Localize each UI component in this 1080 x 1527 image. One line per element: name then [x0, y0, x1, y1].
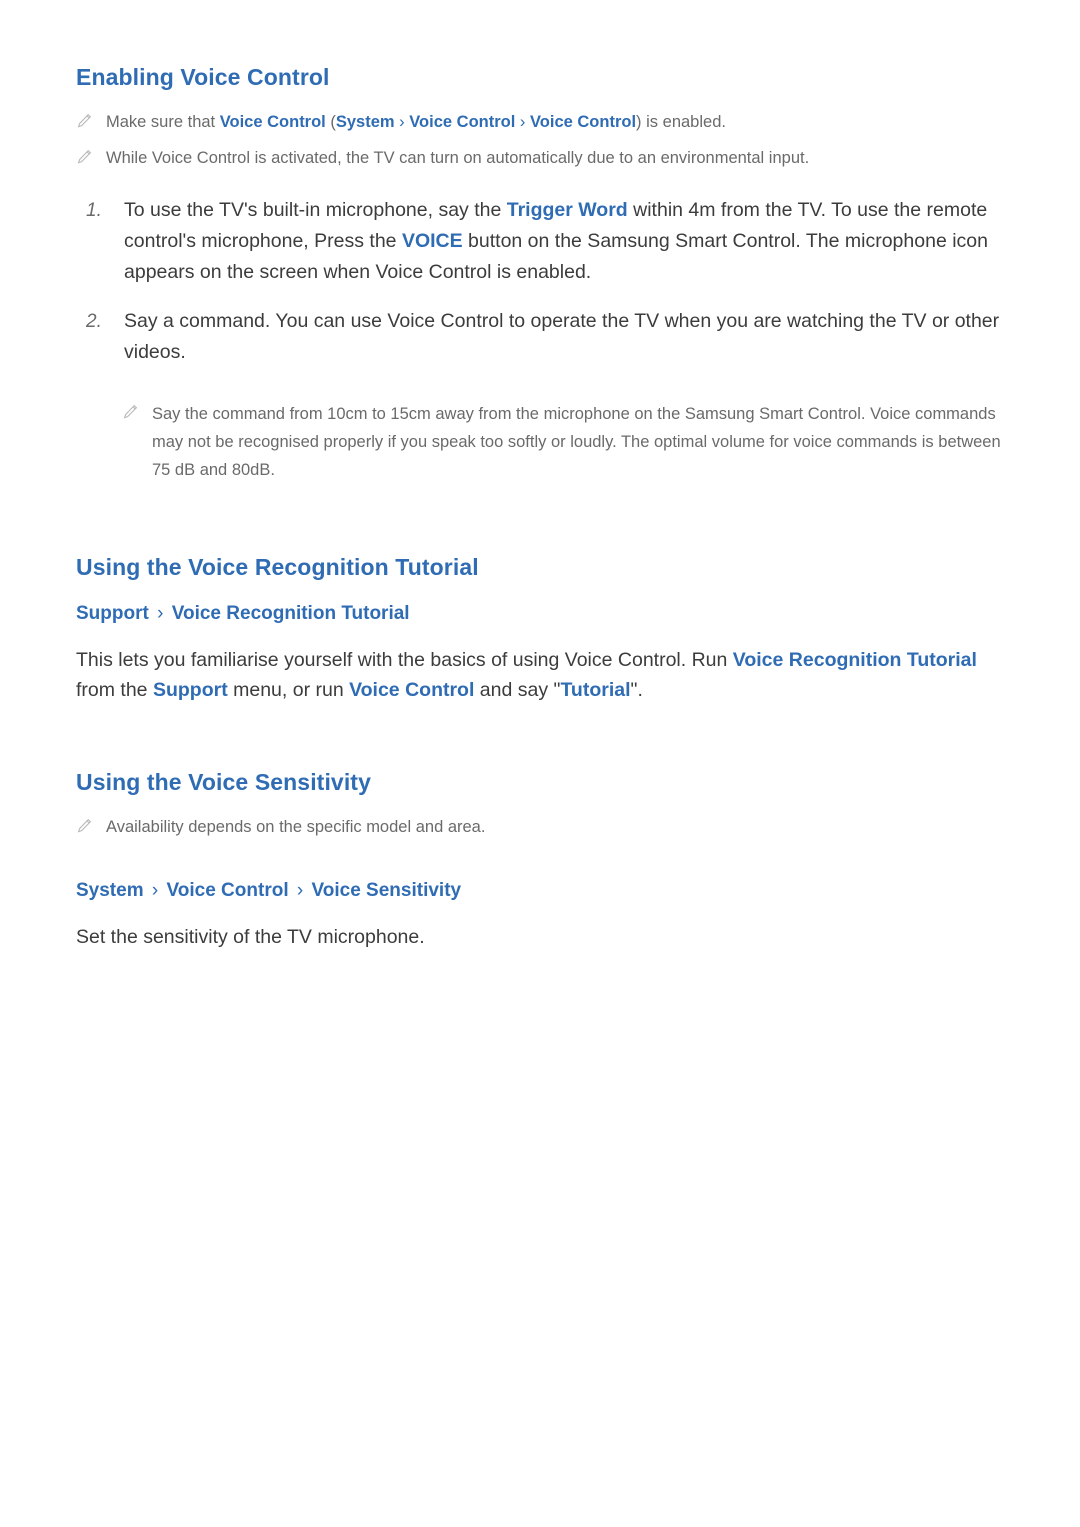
chevron-icon: ›: [157, 603, 164, 624]
step-text: Say a command. You can use Voice Control…: [124, 310, 1000, 363]
inline-bold-support: Support: [152, 679, 228, 701]
note-text: Make sure that Voice Control (System › V…: [106, 113, 726, 131]
menu-path-voice-sensitivity: Voice Sensitivity: [311, 880, 462, 901]
step-bold-voice: VOICE: [401, 230, 463, 252]
list-item: 1. To use the TV's built-in microphone, …: [76, 195, 1004, 288]
pencil-icon: [122, 400, 152, 420]
chevron-icon: ›: [399, 113, 405, 131]
inline-bold-tutorial: Tutorial: [560, 679, 631, 701]
step-bold-trigger-word: Trigger Word: [506, 199, 628, 221]
step-number: 2.: [86, 311, 102, 332]
note-item: While Voice Control is activated, the TV…: [76, 145, 1004, 171]
pencil-icon: [76, 814, 106, 834]
section-title-voice-recognition-tutorial: Using the Voice Recognition Tutorial: [76, 554, 479, 580]
step-text: To use the TV's built-in microphone, say…: [124, 199, 988, 283]
menu-path-voice-recognition-tutorial: Voice Recognition Tutorial: [171, 603, 410, 624]
note-bold-voice-control-2: Voice Control: [409, 113, 516, 131]
note-text: Say the command from 10cm to 15cm away f…: [152, 405, 1001, 479]
menu-path: Support › Voice Recognition Tutorial: [76, 599, 1004, 629]
page-title: Enabling Voice Control: [76, 64, 330, 90]
note-item: Make sure that Voice Control (System › V…: [76, 109, 1004, 135]
menu-path-support: Support: [76, 603, 149, 624]
document-page: Enabling Voice Control Make sure that Vo…: [0, 0, 1080, 1527]
list-item: 2. Say a command. You can use Voice Cont…: [76, 306, 1004, 368]
pencil-icon: [76, 109, 106, 129]
step-number: 1.: [86, 200, 102, 221]
chevron-icon: ›: [296, 880, 304, 901]
inline-bold-voice-recognition-tutorial: Voice Recognition Tutorial: [732, 649, 977, 671]
chevron-icon: ›: [151, 880, 159, 901]
menu-path: System › Voice Control › Voice Sensitivi…: [76, 876, 1004, 906]
inline-bold-voice-control: Voice Control: [349, 679, 475, 701]
section-title-voice-sensitivity: Using the Voice Sensitivity: [76, 769, 371, 795]
paragraph-sensitivity: Set the sensitivity of the TV microphone…: [76, 926, 425, 948]
note-bold-voice-control-3: Voice Control: [530, 113, 637, 131]
note-bold-system: System: [335, 113, 395, 131]
menu-path-voice-control: Voice Control: [166, 880, 289, 901]
note-text: Availability depends on the specific mod…: [106, 818, 486, 836]
menu-path-system: System: [76, 880, 144, 901]
note-item: Availability depends on the specific mod…: [76, 814, 1004, 840]
note-item: Say the command from 10cm to 15cm away f…: [122, 400, 1004, 484]
note-bold-voice-control: Voice Control: [219, 113, 326, 131]
chevron-icon: ›: [519, 113, 526, 131]
paragraph-tutorial: This lets you familiarise yourself with …: [76, 649, 977, 701]
pencil-icon: [76, 145, 106, 165]
steps-list: 1. To use the TV's built-in microphone, …: [76, 195, 1004, 368]
note-text: While Voice Control is activated, the TV…: [106, 149, 810, 167]
